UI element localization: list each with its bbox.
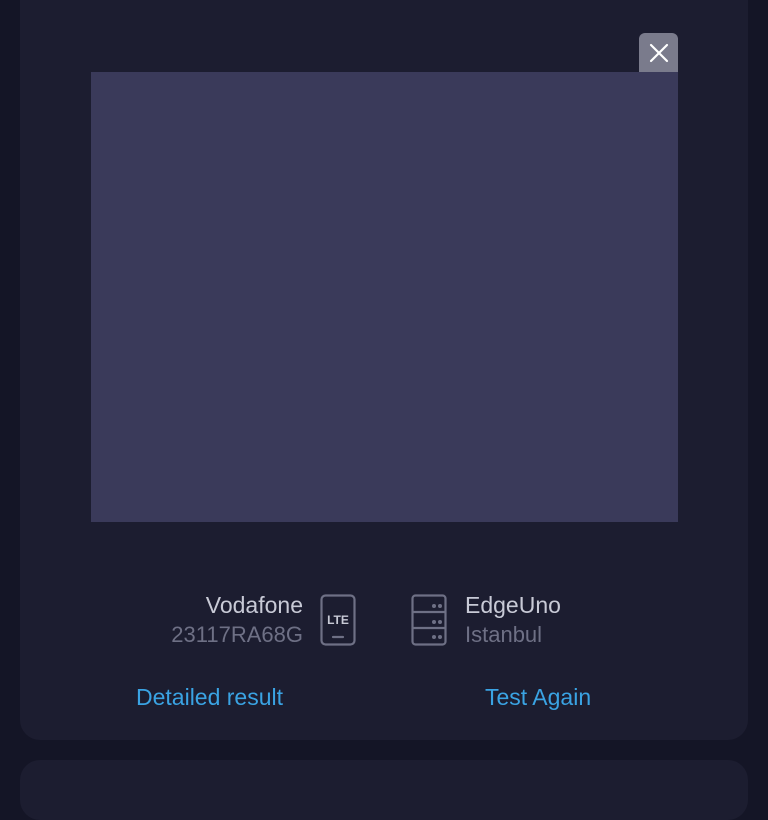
close-ad-button[interactable]	[639, 33, 678, 72]
test-again-link[interactable]: Test Again	[485, 682, 591, 712]
ad-banner[interactable]	[91, 72, 678, 522]
server-location: Istanbul	[465, 622, 543, 647]
detailed-result-link[interactable]: Detailed result	[136, 682, 283, 712]
network-badge: LTE	[327, 613, 349, 627]
phone-lte-icon: LTE	[320, 594, 356, 646]
server-icon	[411, 594, 447, 646]
server-name: EdgeUno	[465, 592, 561, 618]
close-icon	[649, 43, 668, 62]
next-card	[20, 760, 748, 820]
provider-name: Vodafone	[205, 592, 303, 618]
device-model: 23117RA68G	[171, 622, 303, 647]
server-info: EdgeUno Istanbul	[465, 590, 561, 650]
provider-info: Vodafone 23117RA68G	[171, 590, 303, 650]
